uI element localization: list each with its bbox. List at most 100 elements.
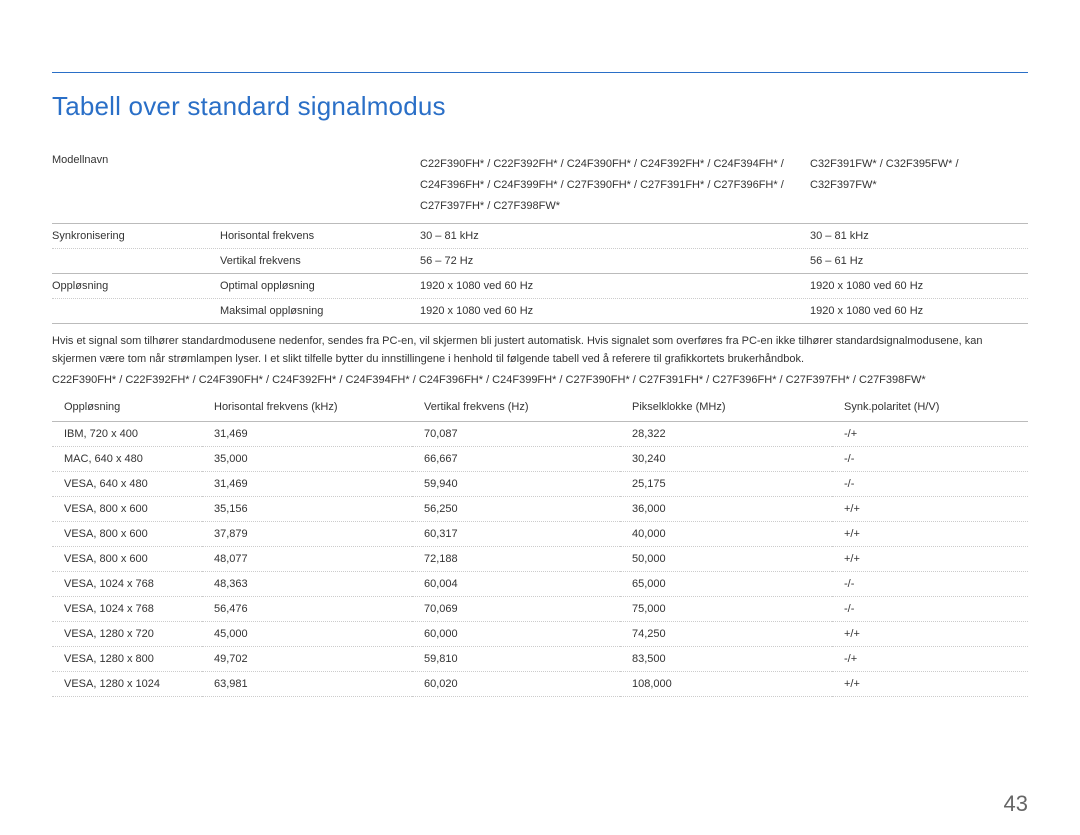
- spec-label: Oppløsning: [52, 280, 220, 292]
- table-cell: 56,250: [412, 497, 620, 522]
- table-cell: -/+: [832, 647, 1028, 672]
- table-row: VESA, 640 x 48031,46959,94025,175-/-: [52, 472, 1028, 497]
- col-header: Oppløsning: [52, 393, 202, 422]
- description-paragraph: Hvis et signal som tilhører standardmodu…: [52, 332, 1028, 369]
- table-cell: VESA, 1280 x 1024: [52, 672, 202, 697]
- spec-value: C32F391FW* / C32F395FW* / C32F397FW*: [810, 154, 1028, 196]
- signal-table: Oppløsning Horisontal frekvens (kHz) Ver…: [52, 393, 1028, 697]
- spec-label: Modellnavn: [52, 154, 220, 166]
- table-cell: -/-: [832, 597, 1028, 622]
- col-header: Horisontal frekvens (kHz): [202, 393, 412, 422]
- page-title: Tabell over standard signalmodus: [52, 91, 1028, 122]
- spec-value: 30 – 81 kHz: [420, 230, 810, 242]
- table-cell: 49,702: [202, 647, 412, 672]
- table-cell: VESA, 800 x 600: [52, 497, 202, 522]
- page-number: 43: [1004, 791, 1028, 817]
- table-cell: 28,322: [620, 422, 832, 447]
- spec-row-maxres: Maksimal oppløsning 1920 x 1080 ved 60 H…: [52, 299, 1028, 324]
- table-cell: +/+: [832, 497, 1028, 522]
- table-row: VESA, 1280 x 102463,98160,020108,000+/+: [52, 672, 1028, 697]
- spec-row-optres: Oppløsning Optimal oppløsning 1920 x 108…: [52, 274, 1028, 299]
- table-cell: +/+: [832, 522, 1028, 547]
- table-cell: -/-: [832, 572, 1028, 597]
- table-cell: 56,476: [202, 597, 412, 622]
- table-cell: 37,879: [202, 522, 412, 547]
- table-cell: 45,000: [202, 622, 412, 647]
- table-cell: VESA, 1024 x 768: [52, 597, 202, 622]
- table-cell: 70,069: [412, 597, 620, 622]
- table-cell: 50,000: [620, 547, 832, 572]
- spec-sublabel: Optimal oppløsning: [220, 280, 420, 292]
- table-cell: 72,188: [412, 547, 620, 572]
- horizontal-rule: [52, 72, 1028, 73]
- table-cell: +/+: [832, 672, 1028, 697]
- table-cell: 65,000: [620, 572, 832, 597]
- table-cell: 59,810: [412, 647, 620, 672]
- spec-value: 30 – 81 kHz: [810, 230, 1028, 242]
- spec-value: 1920 x 1080 ved 60 Hz: [810, 305, 1028, 317]
- spec-value: C22F390FH* / C22F392FH* / C24F390FH* / C…: [420, 154, 810, 217]
- table-cell: VESA, 800 x 600: [52, 547, 202, 572]
- col-header: Vertikal frekvens (Hz): [412, 393, 620, 422]
- table-cell: VESA, 640 x 480: [52, 472, 202, 497]
- table-cell: 59,940: [412, 472, 620, 497]
- table-header-row: Oppløsning Horisontal frekvens (kHz) Ver…: [52, 393, 1028, 422]
- table-cell: 75,000: [620, 597, 832, 622]
- col-header: Synk.polaritet (H/V): [832, 393, 1028, 422]
- table-cell: 25,175: [620, 472, 832, 497]
- spec-sublabel: Vertikal frekvens: [220, 255, 420, 267]
- table-cell: 74,250: [620, 622, 832, 647]
- table-cell: 31,469: [202, 422, 412, 447]
- spec-row-vfreq: Vertikal frekvens 56 – 72 Hz 56 – 61 Hz: [52, 249, 1028, 274]
- table-row: MAC, 640 x 48035,00066,66730,240-/-: [52, 447, 1028, 472]
- table-row: VESA, 1024 x 76856,47670,06975,000-/-: [52, 597, 1028, 622]
- table-cell: IBM, 720 x 400: [52, 422, 202, 447]
- table-cell: 40,000: [620, 522, 832, 547]
- table-row: VESA, 1024 x 76848,36360,00465,000-/-: [52, 572, 1028, 597]
- spec-table: Modellnavn C22F390FH* / C22F392FH* / C24…: [52, 148, 1028, 324]
- table-cell: 31,469: [202, 472, 412, 497]
- spec-sublabel: Maksimal oppløsning: [220, 305, 420, 317]
- table-cell: +/+: [832, 622, 1028, 647]
- table-row: VESA, 1280 x 80049,70259,81083,500-/+: [52, 647, 1028, 672]
- table-row: VESA, 1280 x 72045,00060,00074,250+/+: [52, 622, 1028, 647]
- table-row: VESA, 800 x 60035,15656,25036,000+/+: [52, 497, 1028, 522]
- spec-sublabel: Horisontal frekvens: [220, 230, 420, 242]
- table-row: VESA, 800 x 60037,87960,31740,000+/+: [52, 522, 1028, 547]
- models-list: C22F390FH* / C22F392FH* / C24F390FH* / C…: [52, 374, 1028, 386]
- spec-value: 1920 x 1080 ved 60 Hz: [810, 280, 1028, 292]
- table-cell: MAC, 640 x 480: [52, 447, 202, 472]
- table-cell: 66,667: [412, 447, 620, 472]
- table-cell: -/+: [832, 422, 1028, 447]
- table-cell: 36,000: [620, 497, 832, 522]
- table-cell: 35,000: [202, 447, 412, 472]
- table-cell: VESA, 1280 x 800: [52, 647, 202, 672]
- table-cell: 48,363: [202, 572, 412, 597]
- spec-row-model: Modellnavn C22F390FH* / C22F392FH* / C24…: [52, 148, 1028, 224]
- table-cell: 48,077: [202, 547, 412, 572]
- spec-label: Synkronisering: [52, 230, 220, 242]
- spec-value: 56 – 72 Hz: [420, 255, 810, 267]
- table-cell: +/+: [832, 547, 1028, 572]
- spec-value: 1920 x 1080 ved 60 Hz: [420, 305, 810, 317]
- table-row: IBM, 720 x 40031,46970,08728,322-/+: [52, 422, 1028, 447]
- spec-value: 1920 x 1080 ved 60 Hz: [420, 280, 810, 292]
- table-cell: VESA, 800 x 600: [52, 522, 202, 547]
- table-cell: -/-: [832, 447, 1028, 472]
- table-cell: 60,020: [412, 672, 620, 697]
- table-row: VESA, 800 x 60048,07772,18850,000+/+: [52, 547, 1028, 572]
- table-cell: 60,004: [412, 572, 620, 597]
- table-cell: 70,087: [412, 422, 620, 447]
- spec-row-hfreq: Synkronisering Horisontal frekvens 30 – …: [52, 224, 1028, 249]
- table-cell: 108,000: [620, 672, 832, 697]
- table-cell: 35,156: [202, 497, 412, 522]
- table-cell: -/-: [832, 472, 1028, 497]
- table-cell: 60,317: [412, 522, 620, 547]
- col-header: Pikselklokke (MHz): [620, 393, 832, 422]
- spec-value: 56 – 61 Hz: [810, 255, 1028, 267]
- table-cell: 83,500: [620, 647, 832, 672]
- table-cell: 30,240: [620, 447, 832, 472]
- table-cell: 63,981: [202, 672, 412, 697]
- table-cell: VESA, 1024 x 768: [52, 572, 202, 597]
- table-cell: 60,000: [412, 622, 620, 647]
